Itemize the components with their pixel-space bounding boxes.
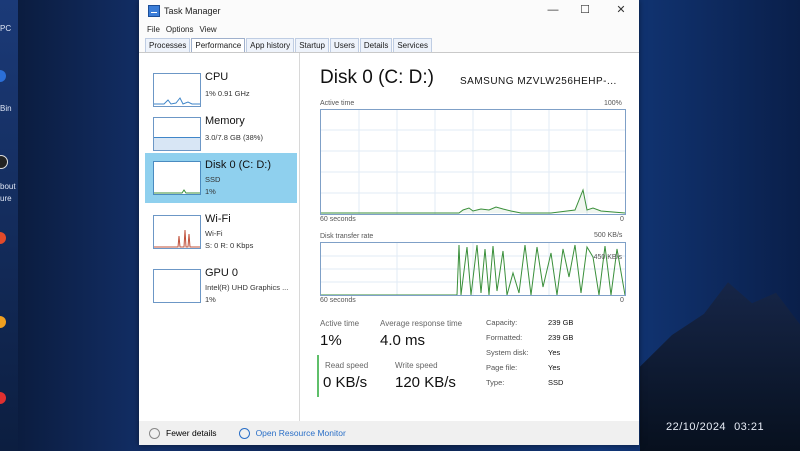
wifi-thumbnail-graph (153, 215, 201, 249)
tab-details[interactable]: Details (359, 38, 393, 52)
graph2-inner-label: 450 KB/s (593, 254, 622, 261)
read-speed-label: Read speed (325, 361, 369, 370)
formatted-label: Formatted: (486, 333, 523, 342)
resource-item-value: 1% (205, 295, 216, 304)
minimize-button[interactable]: — (539, 0, 567, 22)
active-time-label: Active time (320, 319, 360, 328)
system-disk-label: System disk: (486, 348, 529, 357)
capacity-value: 239 GB (548, 318, 574, 327)
desktop-edge (0, 0, 18, 451)
clock-time: 03:21 (734, 421, 765, 433)
resource-item-title: CPU (205, 71, 229, 83)
memory-thumbnail-graph (153, 117, 201, 151)
resource-item-sub: 1% 0.91 GHz (205, 89, 250, 98)
capacity-label: Capacity: (486, 318, 518, 327)
task-manager-window: Task Manager — ☐ ✕ File Options View Pro… (139, 0, 639, 445)
graph1-xlabel: 60 seconds (320, 216, 356, 223)
fewer-details-button[interactable]: Fewer details (149, 427, 217, 439)
desktop-icon-label: ure (0, 194, 12, 203)
resource-item-value: 1% (205, 187, 216, 196)
fewer-details-label: Fewer details (166, 428, 217, 438)
active-time-value: 1% (320, 332, 342, 349)
graph1-max: 100% (604, 100, 622, 107)
transfer-rate-graph: 450 KB/s (320, 242, 626, 296)
desktop-icon-label: Bin (0, 104, 12, 113)
type-label: Type: (486, 378, 505, 387)
graph2-max: 500 KB/s (594, 232, 623, 239)
response-time-value: 4.0 ms (380, 332, 426, 349)
tab-startup[interactable]: Startup (295, 38, 329, 52)
formatted-value: 239 GB (548, 333, 574, 342)
resource-item-title: Disk 0 (C: D:) (205, 159, 271, 171)
page-file-label: Page file: (486, 363, 518, 372)
read-speed-value: 0 KB/s (323, 374, 368, 391)
resource-item-wifi[interactable]: Wi-Fi Wi-Fi S: 0 R: 0 Kbps (145, 207, 297, 257)
resource-item-title: Memory (205, 115, 245, 127)
resource-item-gpu0[interactable]: GPU 0 Intel(R) UHD Graphics ... 1% (145, 261, 297, 311)
tab-app-history[interactable]: App history (246, 38, 295, 52)
system-disk-value: Yes (548, 348, 561, 357)
resource-item-sub: Wi-Fi (205, 229, 223, 238)
write-speed-value: 120 KB/s (395, 374, 456, 391)
cpu-thumbnail-graph (153, 73, 201, 107)
menu-bar: File Options View (139, 22, 639, 36)
tab-bar: Processes Performance App history Startu… (139, 36, 639, 53)
title-bar[interactable]: Task Manager — ☐ ✕ (139, 0, 639, 22)
graph2-xmin: 0 (620, 297, 624, 304)
open-resource-monitor-link[interactable]: Open Resource Monitor (238, 427, 346, 439)
disk-detail: Disk 0 (C: D:) SAMSUNG MZVLW256HEHP-... … (317, 53, 639, 421)
tab-processes[interactable]: Processes (145, 38, 191, 52)
tab-performance[interactable]: Performance (191, 38, 246, 52)
performance-panel: CPU 1% 0.91 GHz Memory 3.0/7.8 GB (38%) … (139, 53, 639, 421)
resource-list: CPU 1% 0.91 GHz Memory 3.0/7.8 GB (38%) … (139, 53, 300, 421)
tab-services[interactable]: Services (393, 38, 433, 52)
resource-monitor-icon (238, 427, 250, 439)
resource-item-sub: SSD (205, 175, 221, 184)
resource-item-cpu[interactable]: CPU 1% 0.91 GHz (145, 65, 297, 115)
resource-item-title: Wi-Fi (205, 213, 231, 225)
resource-item-disk0[interactable]: Disk 0 (C: D:) SSD 1% (145, 153, 297, 203)
window-title: Task Manager (164, 6, 221, 16)
active-time-graph (320, 109, 626, 215)
write-speed-label: Write speed (395, 361, 438, 370)
resource-item-value: S: 0 R: 0 Kbps (205, 241, 254, 250)
page-title: Disk 0 (C: D:) (320, 67, 434, 88)
desktop-icon-label: bout (0, 182, 16, 191)
tab-users[interactable]: Users (329, 38, 359, 52)
clock-date: 22/10/2024 (666, 421, 727, 433)
resource-item-title: GPU 0 (205, 267, 239, 279)
menu-options[interactable]: Options (166, 25, 194, 34)
graph2-label: Disk transfer rate (320, 233, 374, 240)
resource-item-sub: Intel(R) UHD Graphics ... (205, 283, 289, 292)
menu-file[interactable]: File (147, 25, 160, 34)
graph1-xmin: 0 (620, 216, 624, 223)
disk-thumbnail-graph (153, 161, 201, 195)
close-button[interactable]: ✕ (607, 0, 635, 22)
task-manager-icon (148, 5, 160, 17)
gpu-thumbnail-graph (153, 269, 201, 303)
menu-view[interactable]: View (199, 25, 216, 34)
maximize-button[interactable]: ☐ (571, 0, 599, 22)
response-time-label: Average response time (380, 319, 463, 328)
type-value: SSD (548, 378, 564, 387)
resource-item-sub: 3.0/7.8 GB (38%) (205, 133, 263, 142)
graph2-xlabel: 60 seconds (320, 297, 356, 304)
page-file-value: Yes (548, 363, 561, 372)
resource-monitor-label: Open Resource Monitor (255, 428, 346, 438)
disk-model: SAMSUNG MZVLW256HEHP-... (460, 76, 617, 87)
taskbar-clock[interactable]: 22/10/2024 03:21 (666, 421, 764, 433)
graph1-label: Active time (320, 100, 355, 107)
wallpaper-hills (640, 282, 800, 451)
resource-item-memory[interactable]: Memory 3.0/7.8 GB (38%) (145, 109, 297, 159)
desktop-icon-label: PC (0, 24, 12, 33)
chevron-up-icon (149, 427, 160, 439)
footer-bar: Fewer details Open Resource Monitor (139, 421, 639, 445)
